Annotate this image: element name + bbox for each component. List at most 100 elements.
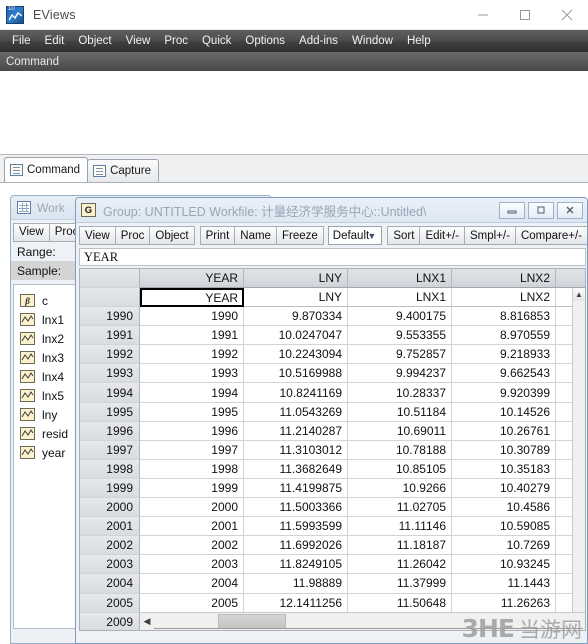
- cell-year[interactable]: 1990: [140, 307, 244, 327]
- cell-lny[interactable]: 10.8241169: [244, 383, 348, 403]
- group-print-button[interactable]: Print: [199, 226, 236, 245]
- table-row[interactable]: 2003200311.824910511.2604210.932457.9946: [80, 555, 585, 575]
- table-row[interactable]: 2000200011.500336611.0270510.45867.7791: [80, 498, 585, 518]
- cell-year[interactable]: 2002: [140, 536, 244, 556]
- table-row[interactable]: 1996199611.214028710.6901110.267617.2856: [80, 421, 585, 441]
- group-compare-toggle-button[interactable]: Compare+/-: [514, 226, 587, 245]
- cell-lnx2[interactable]: 10.40279: [452, 478, 556, 499]
- group-spreadsheet[interactable]: YEAR LNY LNX1 LNX2 LNX3 YEAR LNY LNX1 LN…: [79, 268, 586, 631]
- cell-lny[interactable]: 11.98889: [244, 574, 348, 594]
- cell-lnx1[interactable]: 10.9266: [348, 478, 452, 499]
- cell-lnx2[interactable]: 10.14526: [452, 402, 556, 422]
- cell-lnx1[interactable]: 10.78188: [348, 440, 452, 460]
- cell-lnx1[interactable]: 10.69011: [348, 421, 452, 441]
- series-name-cell-year[interactable]: YEAR: [140, 288, 244, 308]
- table-row[interactable]: 2001200111.599359911.1114610.590857.7513: [80, 517, 585, 537]
- cell-lnx2[interactable]: 10.4586: [452, 498, 556, 518]
- cell-lnx2[interactable]: 9.218933: [452, 345, 556, 365]
- cell-lnx2[interactable]: 9.662543: [452, 364, 556, 384]
- cell-lnx1[interactable]: 9.400175: [348, 307, 452, 327]
- cell-lny[interactable]: 11.5993599: [244, 517, 348, 537]
- tab-command[interactable]: Command: [4, 157, 89, 182]
- cell-year[interactable]: 1997: [140, 440, 244, 460]
- cell-lnx2[interactable]: 10.7269: [452, 536, 556, 556]
- cell-lnx1[interactable]: 11.11146: [348, 517, 452, 537]
- cell-lnx1[interactable]: 10.28337: [348, 383, 452, 403]
- cell-lnx1[interactable]: 11.50648: [348, 593, 452, 613]
- view-mode-select[interactable]: Default ▼: [327, 226, 383, 245]
- scroll-left-icon[interactable]: ◀: [140, 614, 154, 630]
- menu-item-edit[interactable]: Edit: [38, 33, 72, 49]
- minimize-icon[interactable]: [462, 0, 504, 30]
- cell-year[interactable]: 1996: [140, 421, 244, 441]
- table-row[interactable]: 2005200512.141125611.5064811.262639.231: [80, 593, 585, 613]
- cell-lnx1[interactable]: 10.51184: [348, 402, 452, 422]
- menu-item-view[interactable]: View: [119, 33, 158, 49]
- table-row[interactable]: 1993199310.51699889.9942379.6625435.6330: [80, 364, 585, 384]
- cell-lnx1[interactable]: 10.85105: [348, 459, 452, 479]
- cell-lnx2[interactable]: 11.1443: [452, 574, 556, 594]
- maximize-icon[interactable]: [504, 0, 546, 30]
- tab-capture[interactable]: Capture: [87, 159, 159, 182]
- vertical-scrollbar[interactable]: ▲ ▼: [572, 288, 585, 630]
- horizontal-scrollbar-thumb[interactable]: [218, 614, 286, 629]
- series-name-cell-lnx1[interactable]: LNX1: [348, 288, 452, 308]
- group-edit-toggle-button[interactable]: Edit+/-: [419, 226, 465, 245]
- table-row[interactable]: 1995199511.054326910.5118410.145266.9063: [80, 402, 585, 422]
- cell-lnx2[interactable]: 9.920399: [452, 383, 556, 403]
- cell-year[interactable]: 2001: [140, 517, 244, 537]
- group-freeze-button[interactable]: Freeze: [275, 226, 324, 245]
- menu-item-proc[interactable]: Proc: [157, 33, 195, 49]
- cell-lnx2[interactable]: 10.30789: [452, 440, 556, 460]
- menu-item-help[interactable]: Help: [400, 33, 438, 49]
- cell-lnx2[interactable]: 10.59085: [452, 517, 556, 537]
- cell-reference-bar[interactable]: YEAR: [79, 248, 586, 266]
- cell-lny[interactable]: 12.1411256: [244, 593, 348, 613]
- menu-item-window[interactable]: Window: [345, 33, 400, 49]
- series-name-cell-lny[interactable]: LNY: [244, 288, 348, 308]
- scroll-up-icon[interactable]: ▲: [573, 288, 585, 301]
- table-row[interactable]: 1998199811.368264910.8510510.351838.1967: [80, 459, 585, 479]
- cell-lnx2[interactable]: 10.93245: [452, 555, 556, 575]
- cell-year[interactable]: 2000: [140, 498, 244, 518]
- cell-lny[interactable]: 11.0543269: [244, 402, 348, 422]
- cell-lnx1[interactable]: 11.18187: [348, 536, 452, 556]
- table-row[interactable]: 1992199210.22430949.7528579.2189335.6189: [80, 345, 585, 365]
- table-row[interactable]: 1999199911.419987510.926610.402797.838: [80, 478, 585, 499]
- cell-lnx1[interactable]: 9.752857: [348, 345, 452, 365]
- group-object-button[interactable]: Object: [149, 226, 195, 245]
- cell-year[interactable]: 1992: [140, 345, 244, 365]
- table-row[interactable]: 1997199711.310301210.7818810.307898.1746: [80, 440, 585, 460]
- menu-item-quick[interactable]: Quick: [195, 33, 238, 49]
- cell-lny[interactable]: 9.870334: [244, 307, 348, 327]
- table-row[interactable]: 2002200211.699202611.1818710.72698.0372: [80, 536, 585, 556]
- column-header-lnx2[interactable]: LNX2: [452, 269, 556, 288]
- close-icon[interactable]: [557, 201, 583, 219]
- menu-item-addins[interactable]: Add-ins: [292, 33, 345, 49]
- group-name-button[interactable]: Name: [234, 226, 277, 245]
- cell-year[interactable]: 2004: [140, 574, 244, 594]
- column-header-lny[interactable]: LNY: [244, 269, 348, 288]
- cell-lnx1[interactable]: 11.37999: [348, 574, 452, 594]
- column-header-year[interactable]: YEAR: [140, 269, 244, 288]
- cell-lnx2[interactable]: 8.970559: [452, 326, 556, 346]
- menu-item-options[interactable]: Options: [238, 33, 292, 49]
- cell-lny[interactable]: 11.3682649: [244, 459, 348, 479]
- column-header-lnx1[interactable]: LNX1: [348, 269, 452, 288]
- command-input-area[interactable]: [0, 71, 588, 155]
- cell-lny[interactable]: 11.5003366: [244, 498, 348, 518]
- horizontal-scrollbar[interactable]: ◀: [140, 612, 585, 630]
- menu-item-object[interactable]: Object: [71, 33, 118, 49]
- column-header-lnx3[interactable]: LNX3: [556, 269, 585, 288]
- cell-year[interactable]: 1994: [140, 383, 244, 403]
- cell-lny[interactable]: 10.5169988: [244, 364, 348, 384]
- cell-lny[interactable]: 11.8249105: [244, 555, 348, 575]
- cell-lnx1[interactable]: 11.26042: [348, 555, 452, 575]
- cell-lnx2[interactable]: 8.816853: [452, 307, 556, 327]
- table-row[interactable]: 1991199110.02470479.5533558.9705596.4256: [80, 326, 585, 346]
- cell-lny[interactable]: 11.6992026: [244, 536, 348, 556]
- cell-lny[interactable]: 10.2243094: [244, 345, 348, 365]
- close-icon[interactable]: [546, 0, 588, 30]
- cell-lnx1[interactable]: 9.994237: [348, 364, 452, 384]
- cell-lnx2[interactable]: 11.26263: [452, 593, 556, 613]
